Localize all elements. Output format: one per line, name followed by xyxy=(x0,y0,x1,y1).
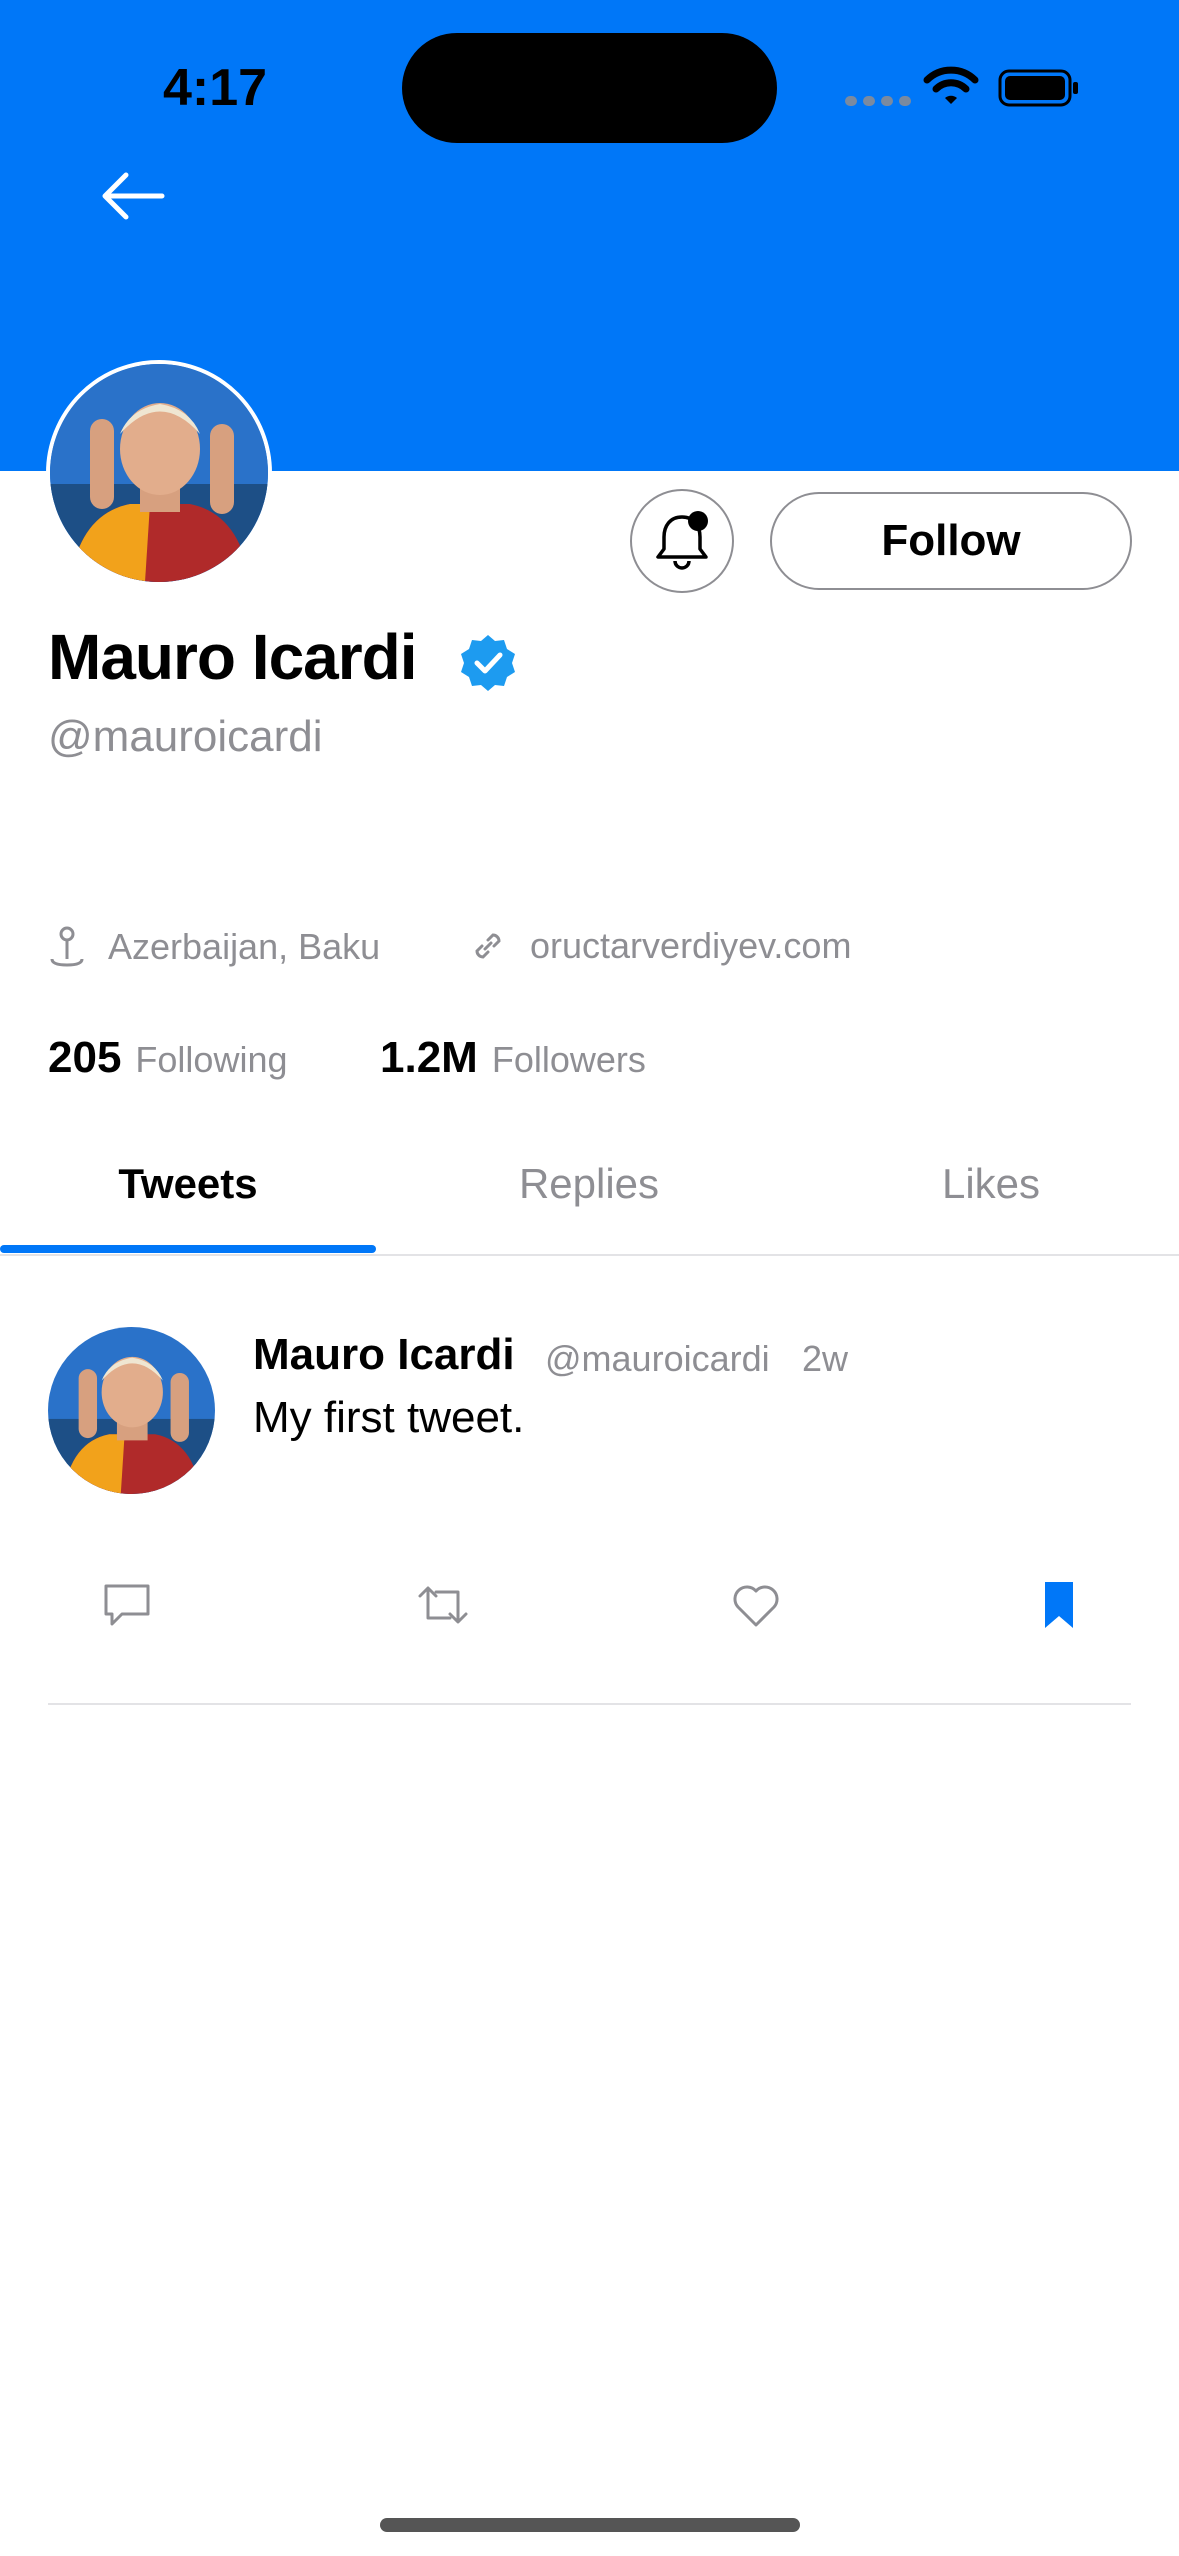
tweet-text: My first tweet. xyxy=(253,1393,525,1442)
profile-location: Azerbaijan, Baku xyxy=(48,925,380,969)
like-button[interactable] xyxy=(726,1575,786,1635)
tweet-author-handle: @mauroicardi xyxy=(545,1338,770,1379)
battery-icon xyxy=(998,69,1078,107)
status-bar-time: 4:17 xyxy=(163,59,268,117)
reply-icon xyxy=(104,1584,150,1626)
tab-replies[interactable]: Replies xyxy=(401,1160,777,1208)
following-count: 205 xyxy=(48,1033,122,1082)
reply-button[interactable] xyxy=(97,1575,157,1635)
location-text: Azerbaijan, Baku xyxy=(108,926,381,967)
tweet-avatar-image xyxy=(48,1327,215,1494)
tweet-timestamp: 2w xyxy=(802,1338,849,1379)
profile-name: Mauro Icardi xyxy=(48,621,418,693)
avatar-image xyxy=(50,364,268,582)
profile-website[interactable]: oructarverdiyev.com xyxy=(468,925,851,967)
profile-handle: @mauroicardi xyxy=(48,712,323,761)
website-link[interactable]: oructarverdiyev.com xyxy=(530,925,851,967)
dynamic-island xyxy=(402,33,777,143)
followers-count: 1.2M xyxy=(380,1033,478,1082)
following-stat[interactable]: 205 Following xyxy=(48,1033,288,1083)
retweet-icon xyxy=(418,1586,468,1624)
tab-likes[interactable]: Likes xyxy=(803,1160,1179,1208)
followers-stat[interactable]: 1.2M Followers xyxy=(380,1033,646,1083)
home-indicator[interactable] xyxy=(380,2518,800,2532)
cellular-signal-icon xyxy=(845,96,911,106)
bookmark-button[interactable] xyxy=(1029,1575,1089,1635)
verified-badge-icon xyxy=(461,635,515,691)
tab-tweets[interactable]: Tweets xyxy=(0,1160,376,1208)
notification-bell-icon xyxy=(656,511,708,570)
tweet-divider xyxy=(48,1703,1131,1705)
link-icon xyxy=(475,933,501,959)
like-icon xyxy=(733,1585,779,1627)
following-label: Following xyxy=(135,1039,288,1080)
wifi-icon xyxy=(923,66,979,104)
tweet-author-avatar[interactable] xyxy=(48,1327,215,1494)
retweet-button[interactable] xyxy=(413,1575,473,1635)
back-button[interactable] xyxy=(98,168,168,224)
profile-avatar[interactable] xyxy=(46,360,272,586)
followers-label: Followers xyxy=(491,1039,646,1080)
bookmark-icon xyxy=(1045,1582,1073,1628)
follow-button[interactable]: Follow xyxy=(770,492,1132,590)
back-arrow-icon xyxy=(102,172,165,220)
location-pin-icon xyxy=(50,926,84,967)
tabs-divider xyxy=(0,1254,1179,1256)
tweet-author-name[interactable]: Mauro Icardi xyxy=(253,1330,515,1380)
notification-button[interactable] xyxy=(630,489,734,593)
active-tab-indicator xyxy=(0,1245,376,1253)
